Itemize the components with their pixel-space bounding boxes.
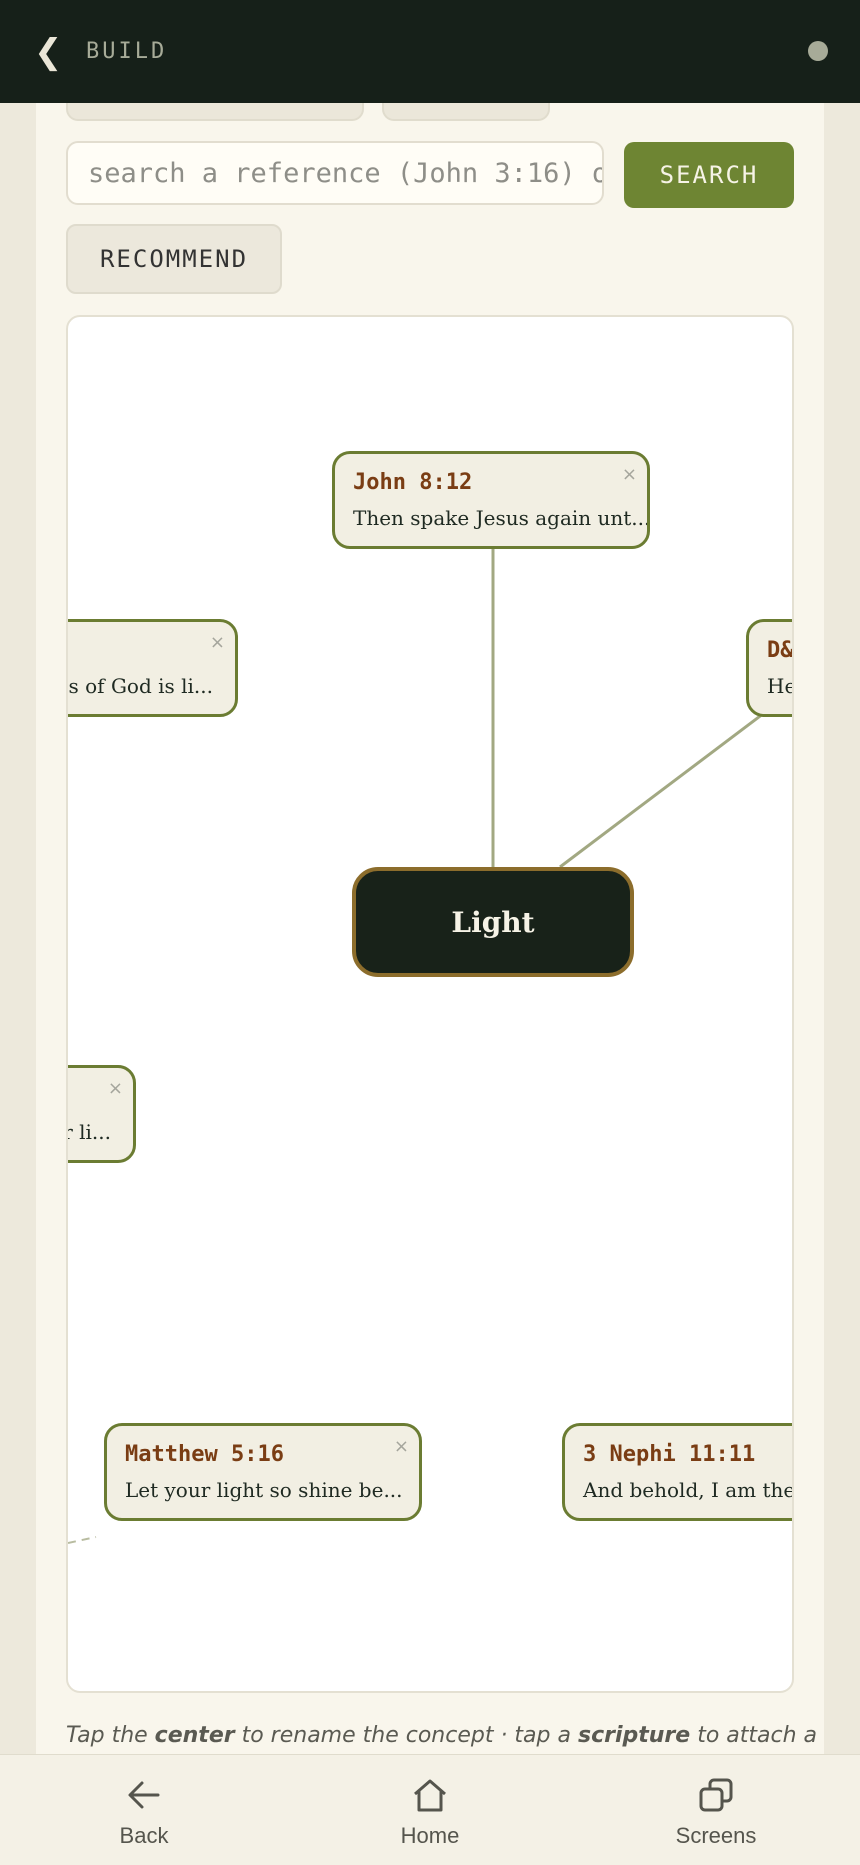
nav-screens-button[interactable]: Screens <box>616 1755 816 1865</box>
close-icon[interactable]: × <box>108 1078 123 1099</box>
scripture-excerpt: Let your light so shine be... <box>125 1478 403 1502</box>
content-area: search a reference (John 3:16) or SEARCH… <box>0 103 860 1754</box>
bottom-nav: Back Home Screens <box>0 1754 860 1865</box>
close-icon[interactable]: × <box>622 464 637 485</box>
nav-back-button[interactable]: Back <box>44 1755 244 1865</box>
search-button[interactable]: SEARCH <box>624 142 794 208</box>
scripture-node[interactable]: D& He <box>746 619 794 717</box>
hint-part: to rename the concept · tap a <box>234 1723 578 1748</box>
scripture-node[interactable]: John 8:12 Then spake Jesus again unt... … <box>332 451 650 549</box>
arrow-left-icon <box>128 1781 160 1809</box>
close-icon[interactable]: × <box>394 1436 409 1457</box>
recommend-button[interactable]: RECOMMEND <box>66 224 282 294</box>
close-icon[interactable]: × <box>210 632 225 653</box>
hint-bold: scripture <box>577 1723 691 1748</box>
filter-chip[interactable] <box>382 103 550 121</box>
scripture-reference: 3 Nephi 11:11 <box>583 1442 756 1467</box>
scripture-node[interactable]: Matthew 5:16 Let your light so shine be.… <box>104 1423 422 1521</box>
hint-part: to attach a <box>690 1723 818 1748</box>
hint-text: Tap the center to rename the concept · t… <box>66 1723 826 1748</box>
scripture-excerpt: Then spake Jesus again unt... <box>353 506 650 530</box>
screens-icon <box>699 1778 733 1812</box>
hint-part: Tap the <box>66 1723 155 1748</box>
concept-center-node[interactable]: Light <box>352 867 634 977</box>
nav-home-button[interactable]: Home <box>330 1755 530 1865</box>
status-dot-icon <box>808 41 828 61</box>
scripture-excerpt: He <box>767 674 794 698</box>
back-chevron-icon[interactable]: ❮ <box>34 32 74 72</box>
scripture-reference: John 8:12 <box>353 470 473 495</box>
nav-label: Back <box>119 1823 169 1848</box>
page-title: BUILD <box>86 39 168 64</box>
filter-chip[interactable] <box>66 103 364 121</box>
scripture-excerpt: And behold, I am the <box>583 1478 794 1502</box>
scripture-reference: Matthew 5:16 <box>125 1442 284 1467</box>
scripture-reference: D& <box>767 638 794 663</box>
home-icon <box>414 1779 446 1812</box>
hint-bold: center <box>154 1723 235 1748</box>
search-input[interactable]: search a reference (John 3:16) or <box>66 141 604 205</box>
scripture-node[interactable]: ır li... × <box>68 1065 136 1163</box>
top-bar: ❮ BUILD <box>0 0 860 103</box>
scripture-excerpt: s of God is li... <box>68 674 213 698</box>
edge-matthew <box>68 1536 97 1544</box>
nav-label: Screens <box>675 1823 757 1848</box>
nav-label: Home <box>400 1823 460 1848</box>
scripture-node[interactable]: s of God is li... × <box>68 619 238 717</box>
scripture-node[interactable]: 3 Nephi 11:11 And behold, I am the <box>562 1423 794 1521</box>
concept-map[interactable]: John 8:12 Then spake Jesus again unt... … <box>66 315 794 1693</box>
scripture-excerpt: ır li... <box>68 1120 111 1144</box>
